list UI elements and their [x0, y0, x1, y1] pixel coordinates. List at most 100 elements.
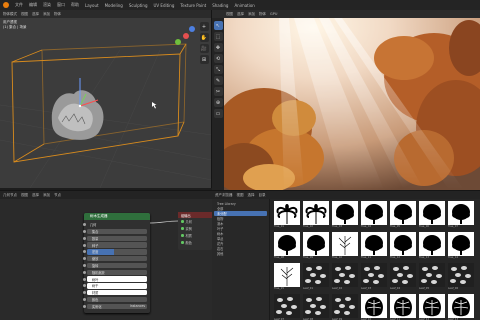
- asset-tile[interactable]: Tree_15: [274, 263, 300, 291]
- asset-tile[interactable]: Leaf_08: [303, 294, 329, 320]
- socket-icon[interactable]: [83, 284, 86, 288]
- output-socket[interactable]: 材质: [178, 232, 212, 239]
- asset-tile[interactable]: Tree_11: [361, 232, 387, 260]
- node-editor[interactable]: 几何节点 视图 选择 添加 节点 树木生成器 几何 集合 数量 种子 密度 缩放 旋转 随机缩…: [0, 190, 212, 320]
- node-input-row[interactable]: 随机缩放: [83, 269, 147, 276]
- asset-browser[interactable]: 资产浏览器 视图 选择 目录 Tree Library 全部 未分配 植物 灌木 叶子 树木…: [212, 190, 480, 320]
- select-tool-icon[interactable]: ↖: [213, 21, 223, 30]
- socket-icon[interactable]: [83, 264, 86, 268]
- menu-item[interactable]: 渲染: [43, 2, 51, 8]
- render-viewport[interactable]: 视图 选择 添加 物体 GPU ↖ ⬚ ✥ ⟲ ⤡ ✎ ✂ ⊕ ▭: [212, 10, 480, 190]
- move-tool-icon[interactable]: ✥: [213, 43, 223, 52]
- asset-tile[interactable]: Tree_04: [361, 201, 387, 229]
- socket-icon[interactable]: [83, 223, 86, 227]
- node-input-row[interactable]: 树干: [83, 283, 147, 289]
- workspace-tab[interactable]: Shading: [212, 3, 228, 8]
- asset-tile[interactable]: Leaf_12: [419, 294, 445, 320]
- asset-tile[interactable]: Tree_07: [448, 201, 474, 229]
- asset-tile[interactable]: Leaf_10: [361, 294, 387, 320]
- add-menu[interactable]: 添加: [248, 12, 255, 17]
- rotate-tool-icon[interactable]: ⟲: [213, 54, 223, 63]
- asset-tile[interactable]: Tree_13: [419, 232, 445, 260]
- group-output-node[interactable]: 组输出 几何 实例 材质 颜色: [178, 212, 212, 250]
- output-socket[interactable]: 实例: [178, 225, 212, 232]
- measure-tool-icon[interactable]: ▭: [213, 109, 223, 118]
- asset-tile[interactable]: Leaf_03: [361, 263, 387, 291]
- menu-item[interactable]: 帮助: [71, 2, 79, 8]
- node-menu[interactable]: 节点: [54, 193, 61, 198]
- node-input-row[interactable]: 缩放: [83, 255, 147, 262]
- asset-tile[interactable]: Leaf_07: [274, 294, 300, 320]
- node-input-row[interactable]: 集合: [83, 228, 147, 235]
- socket-icon[interactable]: [83, 243, 86, 247]
- node-input-row[interactable]: 种子: [83, 242, 147, 248]
- workspace-tab[interactable]: Animation: [234, 3, 254, 8]
- asset-tile[interactable]: Leaf_05: [419, 263, 445, 291]
- asset-tile[interactable]: Tree_06: [419, 201, 445, 229]
- asset-tile[interactable]: Leaf_13: [448, 294, 474, 320]
- box-select-icon[interactable]: ⬚: [213, 32, 223, 41]
- menu-item[interactable]: 窗口: [57, 2, 65, 8]
- group-node[interactable]: 树木生成器 几何 集合 数量 种子 密度 缩放 旋转 随机缩放 树叶 树干 材质 颜色 实例化 Insta…: [83, 213, 150, 313]
- workspace-tab[interactable]: Sculpting: [129, 3, 148, 8]
- viewport-3d[interactable]: 物体模式 视图 选择 添加 物体 用户透视 (1) 集合 | 场景 + ✋ 🎥 …: [0, 10, 212, 188]
- device-label[interactable]: GPU: [270, 12, 277, 16]
- asset-tile[interactable]: Leaf_02: [332, 263, 358, 291]
- editor-type-dropdown[interactable]: 几何节点: [3, 193, 17, 198]
- workspace-tab[interactable]: UV Editing: [154, 3, 175, 8]
- select-menu[interactable]: 选择: [32, 193, 39, 198]
- asset-tile[interactable]: Tree_14: [448, 232, 474, 260]
- socket-icon[interactable]: [83, 230, 86, 234]
- output-socket[interactable]: 颜色: [178, 239, 212, 246]
- select-menu[interactable]: 选择: [237, 12, 244, 17]
- socket-icon[interactable]: [83, 236, 86, 240]
- node-input-row[interactable]: 旋转: [83, 262, 147, 269]
- node-input-row[interactable]: 密度: [83, 249, 147, 255]
- ortho-grid-icon[interactable]: ⊞: [199, 55, 209, 64]
- node-input-row[interactable]: 数量: [83, 235, 147, 242]
- zoom-icon[interactable]: +: [199, 22, 209, 31]
- output-socket[interactable]: 几何: [178, 218, 212, 225]
- add-menu[interactable]: 添加: [43, 193, 50, 198]
- camera-icon[interactable]: 🎥: [199, 44, 209, 53]
- node-input-row[interactable]: 几何: [83, 222, 147, 228]
- scale-tool-icon[interactable]: ⤡: [213, 65, 223, 74]
- socket-icon[interactable]: [83, 257, 86, 261]
- asset-tile[interactable]: Tree_08: [274, 232, 300, 260]
- socket-icon[interactable]: [83, 298, 86, 302]
- asset-tile[interactable]: Tree_03: [332, 201, 358, 229]
- asset-tile[interactable]: Tree_09: [303, 232, 329, 260]
- asset-tile[interactable]: Tree_01: [274, 201, 300, 229]
- node-input-row[interactable]: 颜色: [83, 296, 147, 303]
- asset-tile[interactable]: Leaf_09: [332, 294, 358, 320]
- socket-icon[interactable]: [83, 277, 86, 281]
- view-menu[interactable]: 视图: [237, 193, 244, 198]
- menu-item[interactable]: 编辑: [29, 2, 37, 8]
- menu-item[interactable]: 文件: [15, 2, 23, 8]
- asset-tile[interactable]: Tree_02: [303, 201, 329, 229]
- pan-icon[interactable]: ✋: [199, 33, 209, 42]
- workspace-tab[interactable]: Layout: [85, 3, 99, 8]
- asset-tile[interactable]: Tree_10: [332, 232, 358, 260]
- socket-icon[interactable]: [83, 291, 86, 295]
- catalog-item[interactable]: 其他: [214, 251, 267, 256]
- view-menu[interactable]: 视图: [21, 193, 28, 198]
- socket-icon[interactable]: [83, 304, 86, 308]
- editor-type-dropdown[interactable]: 资产浏览器: [215, 193, 233, 198]
- view-menu[interactable]: 视图: [226, 12, 233, 17]
- scene-canvas[interactable]: [0, 10, 212, 188]
- annotate-tool-icon[interactable]: ✎: [213, 76, 223, 85]
- asset-tile[interactable]: Leaf_06: [448, 263, 474, 291]
- socket-icon[interactable]: [83, 250, 86, 254]
- workspace-tab[interactable]: Texture Paint: [180, 3, 206, 8]
- asset-tile[interactable]: Leaf_11: [390, 294, 416, 320]
- cut-tool-icon[interactable]: ✂: [213, 87, 223, 96]
- node-title[interactable]: 树木生成器: [84, 213, 150, 220]
- node-input-row[interactable]: 实例化 Instances: [83, 303, 147, 310]
- add-object-icon[interactable]: ⊕: [213, 98, 223, 107]
- node-input-row[interactable]: 树叶: [83, 276, 147, 282]
- object-menu[interactable]: 物体: [259, 12, 266, 17]
- asset-tile[interactable]: Tree_05: [390, 201, 416, 229]
- asset-tile[interactable]: Leaf_04: [390, 263, 416, 291]
- node-input-row[interactable]: 材质: [83, 289, 147, 296]
